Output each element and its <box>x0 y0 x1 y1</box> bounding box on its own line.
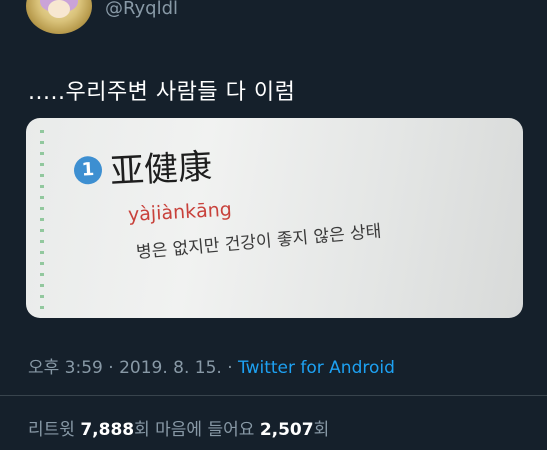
retweet-unit: 회 <box>134 420 156 440</box>
margin-dashes <box>40 130 44 310</box>
tweet-stats: 리트윗 7,888회 마음에 들어요 2,507회 <box>28 415 329 440</box>
timestamp: 오후 3:59 · 2019. 8. 15. · <box>28 358 239 378</box>
user-handle[interactable]: @Ryqldl <box>105 0 178 19</box>
like-label: 마음에 들어요 <box>155 420 260 440</box>
vocab-word: 1 亚健康 <box>73 139 213 195</box>
divider <box>0 395 547 396</box>
hanzi-text: 亚健康 <box>109 146 214 193</box>
retweet-label: 리트윗 <box>28 420 81 440</box>
avatar-face <box>48 0 70 18</box>
like-count[interactable]: 2,507 <box>260 420 314 440</box>
like-unit: 회 <box>313 420 330 440</box>
avatar[interactable] <box>26 0 92 34</box>
pinyin-text: yàjiànkāng <box>127 198 233 226</box>
source-link[interactable]: Twitter for Android <box>238 358 395 378</box>
number-badge: 1 <box>73 155 103 185</box>
retweet-count[interactable]: 7,888 <box>80 420 134 440</box>
tweet-text: .....우리주변 사람들 다 이럼 <box>28 80 296 105</box>
tweet-photo[interactable]: 1 亚健康 yàjiànkāng 병은 없지만 건강이 좋지 않은 상태 <box>26 118 523 318</box>
tweet-meta: 오후 3:59 · 2019. 8. 15. · Twitter for And… <box>28 353 395 378</box>
